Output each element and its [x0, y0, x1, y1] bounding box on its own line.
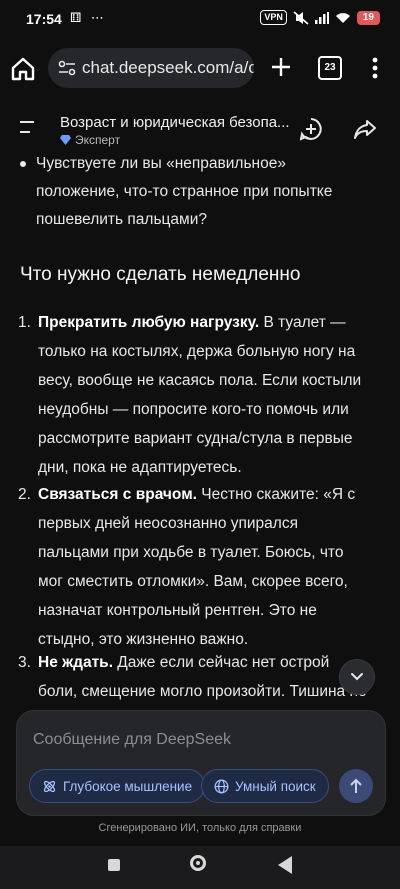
mode-label: Эксперт [75, 133, 121, 147]
deep-think-label: Глубокое мышление [63, 778, 193, 794]
new-chat-icon[interactable] [298, 116, 324, 142]
assistant-message: Чувствуете ли вы «неправильное» положени… [0, 150, 400, 710]
sidebar-menu-icon[interactable] [20, 120, 38, 134]
status-right: VPN 19 [260, 10, 380, 25]
step-item: 2. Связаться с врачом. Честно скажите: «… [18, 480, 370, 654]
step-item: 3. Не ждать. Даже если сейчас нет острой… [18, 648, 370, 706]
smart-search-label: Умный поиск [235, 778, 316, 794]
recent-apps-icon[interactable] [108, 859, 120, 871]
step-body: Честно скажите: «Я с первых дней неосозн… [38, 486, 356, 648]
arrow-up-icon [350, 778, 362, 793]
step-text: Прекратить любую нагрузку. В туалет — то… [38, 308, 370, 482]
mute-icon [293, 10, 309, 25]
message-input[interactable]: Сообщение для DeepSeek [33, 731, 231, 749]
vpn-icon: VPN [260, 10, 287, 25]
step-item: 1. Прекратить любую нагрузку. В туалет —… [18, 308, 370, 482]
diamond-icon [60, 135, 71, 145]
deep-think-button[interactable]: Глубокое мышление [29, 769, 206, 803]
address-bar[interactable]: chat.deepseek.com/a/cl [48, 48, 254, 88]
notification-icons: ⚅ ⋯ [70, 10, 107, 25]
battery-icon: 19 [356, 10, 380, 25]
site-settings-icon[interactable] [58, 60, 76, 76]
back-icon[interactable] [278, 856, 292, 874]
step-title: Не ждать. [38, 654, 113, 671]
step-body: В туалет — только на костылях, держа бол… [38, 314, 362, 476]
section-heading: Что нужно сделать немедленно [20, 264, 301, 285]
message-composer: Сообщение для DeepSeek Глубокое мышление… [16, 710, 386, 816]
chat-header: Возраст и юридическая безопа... Эксперт [0, 98, 400, 150]
share-icon[interactable] [352, 116, 378, 142]
system-nav-bar [0, 846, 400, 889]
home-nav-icon[interactable] [190, 855, 206, 871]
step-number: 2. [18, 486, 31, 503]
step-number: 3. [18, 654, 31, 671]
ai-disclaimer: Сгенерировано ИИ, только для справки [98, 822, 302, 834]
send-button[interactable] [339, 769, 373, 803]
step-text: Связаться с врачом. Честно скажите: «Я с… [38, 480, 370, 654]
more-menu-icon[interactable] [370, 56, 380, 80]
step-title: Прекратить любую нагрузку. [38, 314, 260, 331]
atom-icon [43, 780, 56, 792]
wifi-icon [335, 12, 350, 23]
url-text: chat.deepseek.com/a/cl [82, 58, 254, 77]
globe-icon [214, 779, 229, 793]
status-bar: 17:54 ⚅ ⋯ VPN 19 [0, 0, 400, 38]
step-title: Связаться с врачом. [38, 486, 197, 503]
signal-icon [314, 11, 329, 24]
scroll-to-bottom-button[interactable] [339, 659, 375, 695]
step-text: Не ждать. Даже если сейчас нет острой бо… [38, 648, 370, 706]
tab-switcher-button[interactable]: 23 [318, 56, 342, 80]
mode-badge: Эксперт [60, 133, 120, 147]
chat-title[interactable]: Возраст и юридическая безопа... [60, 114, 290, 131]
bullet-text: Чувствуете ли вы «неправильное» положени… [36, 155, 333, 228]
chevron-down-icon [351, 673, 363, 681]
home-icon[interactable] [10, 56, 36, 82]
new-tab-icon[interactable] [268, 54, 294, 80]
step-number: 1. [18, 314, 31, 331]
status-time: 17:54 [26, 11, 62, 27]
browser-toolbar: chat.deepseek.com/a/cl 23 [0, 38, 400, 98]
smart-search-button[interactable]: Умный поиск [201, 769, 329, 803]
list-item: Чувствуете ли вы «неправильное» положени… [20, 150, 336, 234]
